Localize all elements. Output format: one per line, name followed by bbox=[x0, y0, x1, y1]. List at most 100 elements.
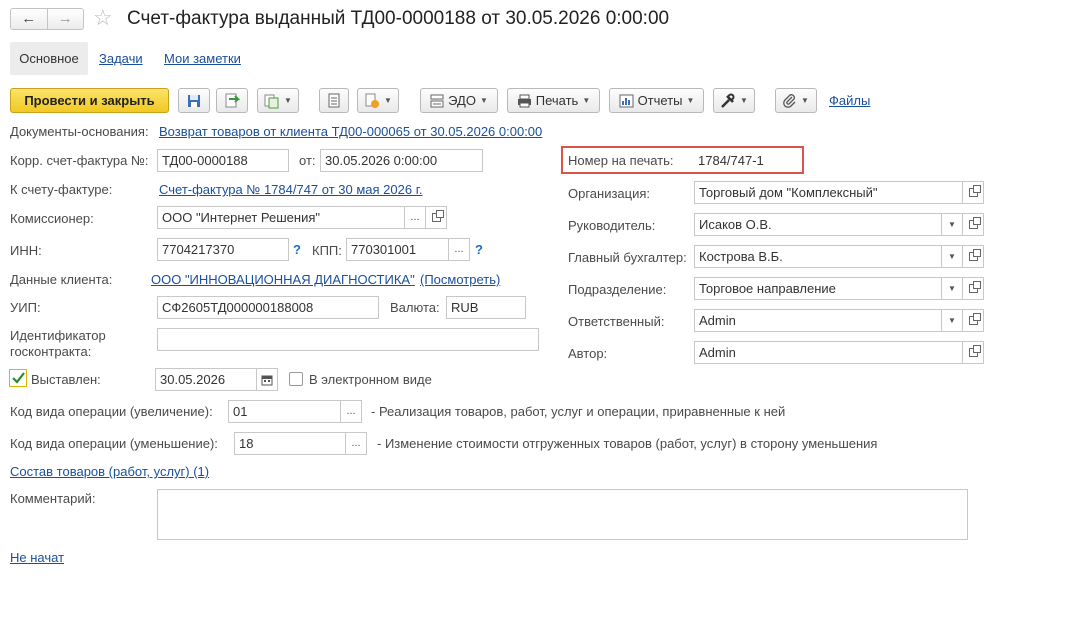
currency-input[interactable]: RUB bbox=[446, 296, 526, 319]
tab-main[interactable]: Основное bbox=[10, 42, 88, 75]
electronic-checkbox[interactable] bbox=[289, 372, 303, 386]
document-list-icon bbox=[328, 93, 340, 108]
org-input[interactable]: Торговый дом "Комплексный" bbox=[694, 181, 963, 204]
client-link[interactable]: ООО "ИННОВАЦИОННАЯ ДИАГНОСТИКА" bbox=[151, 272, 415, 288]
chevron-down-icon: ▼ bbox=[479, 96, 488, 105]
tab-notes[interactable]: Мои заметки bbox=[164, 51, 241, 67]
print-number-input[interactable]: 1784/747-1 bbox=[693, 149, 801, 172]
contract-id-input[interactable] bbox=[157, 328, 539, 351]
responsible-input[interactable]: Admin bbox=[694, 309, 942, 332]
kpp-help-icon[interactable]: ? bbox=[475, 242, 483, 257]
responsible-dropdown-button[interactable]: ▼ bbox=[941, 309, 963, 332]
open-icon bbox=[968, 249, 981, 261]
calendar-button[interactable] bbox=[256, 368, 278, 391]
create-based-icon bbox=[264, 94, 279, 108]
chevron-down-icon: ▼ bbox=[740, 96, 748, 105]
chevron-down-icon: ▼ bbox=[582, 96, 591, 105]
chevron-down-icon: ▼ bbox=[801, 96, 809, 105]
responsible-label: Ответственный: bbox=[568, 314, 665, 329]
commissioner-label: Комиссионер: bbox=[10, 211, 94, 226]
corr-invoice-input[interactable]: ТД00-0000188 bbox=[157, 149, 289, 172]
tools-button[interactable]: ▼ bbox=[713, 88, 755, 113]
accountant-label: Главный бухгалтер: bbox=[568, 250, 687, 265]
kpp-select-button[interactable]: ... bbox=[448, 238, 470, 261]
issued-date-input[interactable]: 30.05.2026 bbox=[155, 368, 257, 391]
author-open-button[interactable] bbox=[962, 341, 984, 364]
chevron-down-icon: ▼ bbox=[948, 252, 956, 261]
author-input[interactable]: Admin bbox=[694, 341, 963, 364]
division-dropdown-button[interactable]: ▼ bbox=[941, 277, 963, 300]
commissioner-input[interactable]: ООО "Интернет Решения" bbox=[157, 206, 405, 229]
edo-button[interactable]: ЭДО ▼ bbox=[420, 88, 498, 113]
paperclip-icon bbox=[783, 93, 796, 108]
commissioner-select-button[interactable]: ... bbox=[404, 206, 426, 229]
post-and-close-button[interactable]: Провести и закрыть bbox=[10, 88, 169, 113]
org-open-button[interactable] bbox=[962, 181, 984, 204]
open-icon bbox=[968, 345, 981, 357]
inn-help-icon[interactable]: ? bbox=[293, 242, 301, 257]
accountant-dropdown-button[interactable]: ▼ bbox=[941, 245, 963, 268]
structure-button[interactable] bbox=[319, 88, 349, 113]
related-docs-button[interactable]: ▼ bbox=[357, 88, 399, 113]
goods-link[interactable]: Состав товаров (работ, услуг) (1) bbox=[10, 464, 209, 480]
base-docs-label: Документы-основания: bbox=[10, 124, 149, 139]
accountant-open-button[interactable] bbox=[962, 245, 984, 268]
contract-id-label-line1: Идентификатор bbox=[10, 328, 106, 343]
accountant-input[interactable]: Кострова В.Б. bbox=[694, 245, 942, 268]
op-inc-label: Код вида операции (увеличение): bbox=[10, 404, 213, 419]
chevron-down-icon: ▼ bbox=[948, 284, 956, 293]
comment-textarea[interactable] bbox=[157, 489, 968, 540]
client-data-label: Данные клиента: bbox=[10, 272, 113, 287]
division-label: Подразделение: bbox=[568, 282, 667, 297]
op-dec-description: - Изменение стоимости отгруженных товаро… bbox=[377, 436, 878, 451]
from-label: от: bbox=[299, 153, 316, 168]
inn-label: ИНН: bbox=[10, 243, 42, 258]
create-based-on-button[interactable]: ▼ bbox=[257, 88, 299, 113]
division-input[interactable]: Торговое направление bbox=[694, 277, 942, 300]
op-inc-select-button[interactable]: ... bbox=[340, 400, 362, 423]
head-input[interactable]: Исаков О.В. bbox=[694, 213, 942, 236]
tools-icon bbox=[721, 93, 735, 108]
chevron-down-icon: ▼ bbox=[384, 96, 392, 105]
base-docs-link[interactable]: Возврат товаров от клиента ТД00-000065 о… bbox=[159, 124, 542, 140]
open-icon bbox=[431, 210, 444, 222]
inn-input[interactable]: 7704217370 bbox=[157, 238, 289, 261]
forward-button[interactable]: → bbox=[48, 9, 84, 29]
print-button[interactable]: Печать ▼ bbox=[507, 88, 600, 113]
commissioner-open-button[interactable] bbox=[425, 206, 447, 229]
files-link[interactable]: Файлы bbox=[829, 93, 870, 109]
head-open-button[interactable] bbox=[962, 213, 984, 236]
post-button[interactable] bbox=[216, 88, 248, 113]
responsible-open-button[interactable] bbox=[962, 309, 984, 332]
contract-id-label-line2: госконтракта: bbox=[10, 344, 92, 359]
to-invoice-link[interactable]: Счет-фактура № 1784/747 от 30 мая 2026 г… bbox=[159, 182, 422, 198]
uip-input[interactable]: СФ2605ТД000000188008 bbox=[157, 296, 379, 319]
electronic-label: В электронном виде bbox=[309, 372, 432, 387]
division-open-button[interactable] bbox=[962, 277, 984, 300]
check-icon bbox=[12, 372, 25, 384]
op-dec-select-button[interactable]: ... bbox=[345, 432, 367, 455]
comment-label: Комментарий: bbox=[10, 491, 96, 506]
kpp-input[interactable]: 770301001 bbox=[346, 238, 449, 261]
back-button[interactable]: ← bbox=[11, 9, 48, 29]
favorite-star-icon[interactable]: ☆ bbox=[93, 5, 113, 31]
issued-checkbox[interactable] bbox=[9, 369, 27, 387]
reports-icon bbox=[619, 94, 634, 107]
head-dropdown-button[interactable]: ▼ bbox=[941, 213, 963, 236]
from-date-input[interactable]: 30.05.2026 0:00:00 bbox=[320, 149, 483, 172]
attach-button[interactable]: ▼ bbox=[775, 88, 817, 113]
op-dec-input[interactable]: 18 bbox=[234, 432, 346, 455]
open-icon bbox=[968, 185, 981, 197]
op-inc-input[interactable]: 01 bbox=[228, 400, 341, 423]
forward-arrow-icon: → bbox=[57, 10, 73, 27]
uip-label: УИП: bbox=[10, 300, 41, 315]
op-dec-label: Код вида операции (уменьшение): bbox=[10, 436, 218, 451]
edo-icon bbox=[430, 94, 444, 107]
org-label: Организация: bbox=[568, 186, 651, 201]
tab-tasks[interactable]: Задачи bbox=[99, 51, 143, 67]
reports-button[interactable]: Отчеты ▼ bbox=[609, 88, 704, 113]
view-client-link[interactable]: (Посмотреть) bbox=[420, 272, 500, 288]
nav-group: ← → bbox=[10, 8, 84, 30]
status-link[interactable]: Не начат bbox=[10, 550, 64, 566]
save-button[interactable] bbox=[178, 88, 210, 113]
